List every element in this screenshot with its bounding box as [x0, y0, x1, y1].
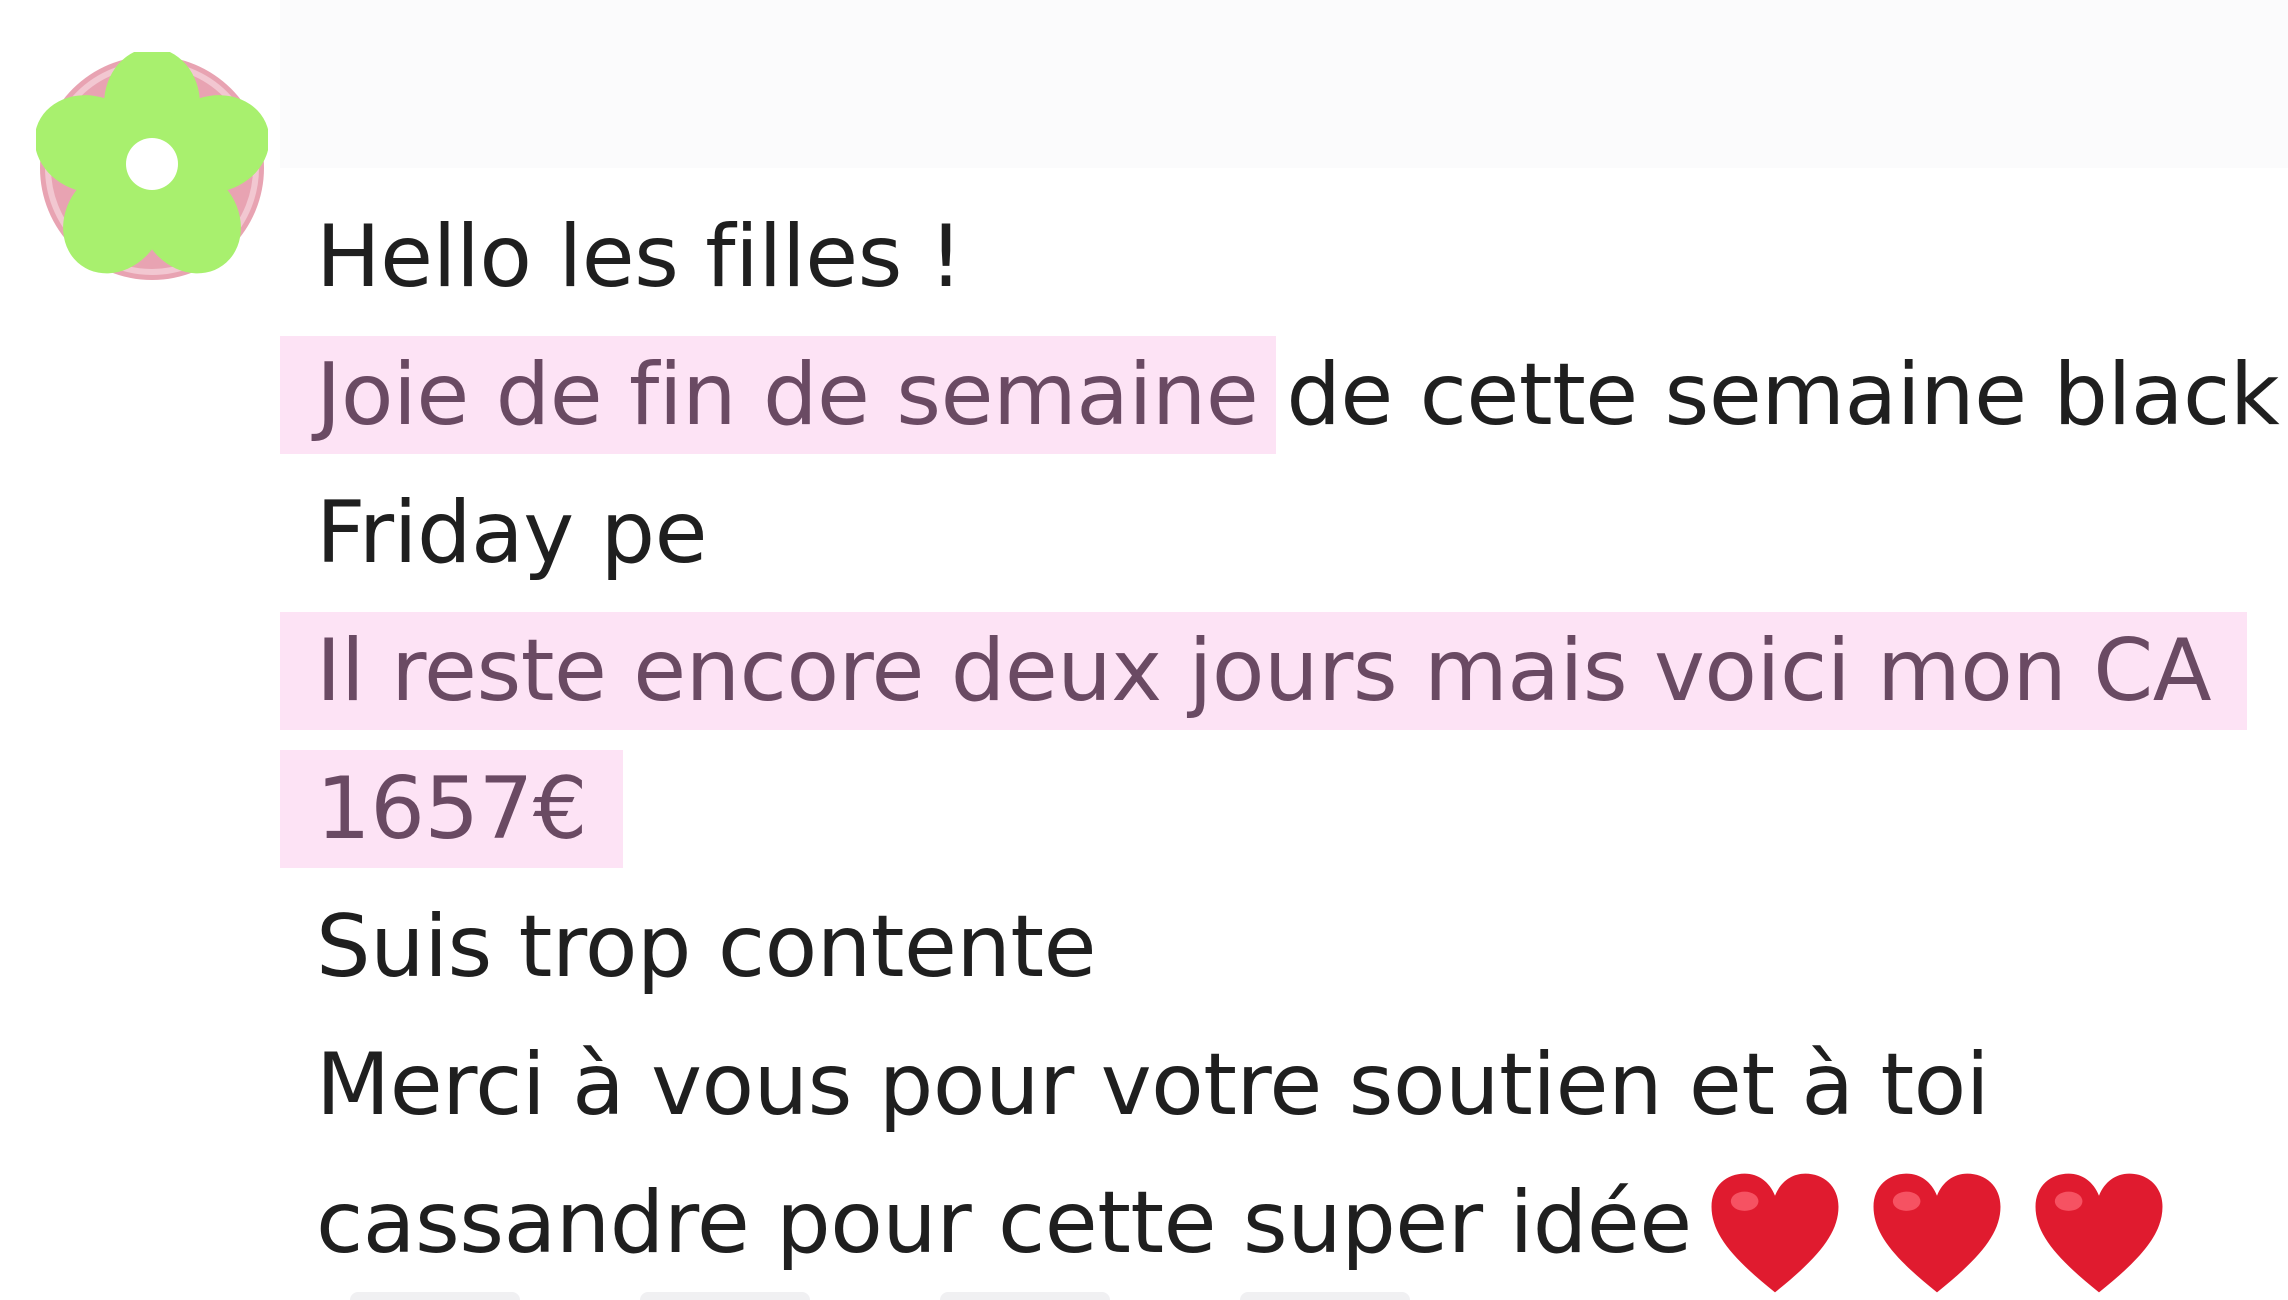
red-heart-icon — [1711, 1174, 1839, 1293]
message-line: Il reste encore deux jours mais voici mo… — [280, 602, 2270, 740]
red-heart-icon — [2035, 1174, 2163, 1293]
message-line: Joie de fin de semaine de cette semaine b… — [280, 326, 2280, 464]
avatar[interactable] — [34, 48, 270, 284]
reaction-chip[interactable] — [940, 1292, 1110, 1300]
highlighted-text[interactable]: Joie de fin de semaine — [280, 336, 1277, 454]
reaction-row-edge — [350, 1292, 1450, 1300]
message-text: Merci à vous pour votre soutien et à toi — [316, 1035, 1990, 1135]
flower-avatar-icon — [34, 48, 270, 280]
reaction-chip[interactable] — [350, 1292, 520, 1300]
message-line: 1657€ — [280, 740, 2270, 878]
message-text: Hello les filles ! — [316, 207, 963, 307]
message-text: Friday pe — [316, 483, 707, 583]
message-text: cassandre pour cette super idée — [316, 1173, 1692, 1273]
message-body: Hello les filles ! Joie de fin de semain… — [280, 188, 2280, 1293]
message-text: de cette semaine black — [1286, 345, 2280, 445]
message-line: Suis trop contente — [280, 878, 2270, 1016]
message-line: Hello les filles ! — [280, 188, 2270, 326]
reaction-chip[interactable] — [640, 1292, 810, 1300]
message-line: Friday pe — [280, 464, 2270, 602]
message-line: cassandre pour cette super idée — [280, 1154, 2270, 1293]
previous-message-band — [280, 0, 2288, 168]
red-heart-icon — [1873, 1174, 2001, 1293]
reaction-chip[interactable] — [1240, 1292, 1410, 1300]
highlighted-text[interactable]: Il reste encore deux jours mais voici mo… — [280, 612, 2248, 730]
hearts-group — [1706, 1159, 2192, 1299]
message-line: Merci à vous pour votre soutien et à toi — [280, 1016, 2270, 1154]
message-text: Suis trop contente — [316, 897, 1097, 997]
highlighted-amount[interactable]: 1657€ — [280, 750, 624, 868]
